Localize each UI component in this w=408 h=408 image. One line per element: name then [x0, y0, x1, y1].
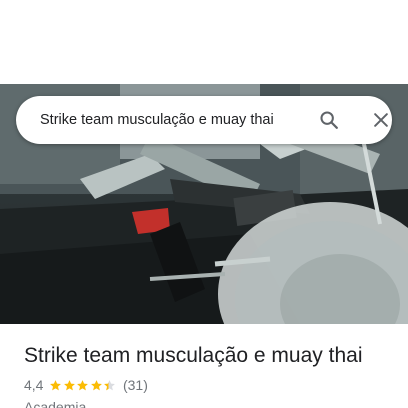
- rating-stars: [49, 379, 117, 392]
- star-icon: [91, 379, 102, 390]
- star-icon: [104, 379, 116, 390]
- rating-row[interactable]: 4,4 (31): [24, 376, 148, 394]
- rating-value: 4,4: [24, 377, 44, 393]
- search-bar: Strike team musculação e muay thai: [16, 96, 392, 144]
- place-info-panel: Strike team musculação e muay thai 4,4 (…: [0, 324, 408, 408]
- place-category[interactable]: Academia: [24, 398, 86, 408]
- search-button[interactable]: [314, 106, 344, 134]
- star-icon: [77, 379, 89, 390]
- clear-search-button[interactable]: [366, 106, 396, 134]
- place-title: Strike team musculação e muay thai: [24, 344, 363, 367]
- star-icon: [50, 379, 62, 390]
- close-icon: [374, 113, 388, 127]
- search-icon: [320, 111, 338, 129]
- search-input[interactable]: Strike team musculação e muay thai: [40, 110, 302, 130]
- star-icon: [64, 379, 75, 390]
- map-top-area: [0, 0, 408, 84]
- review-count: (31): [122, 377, 148, 393]
